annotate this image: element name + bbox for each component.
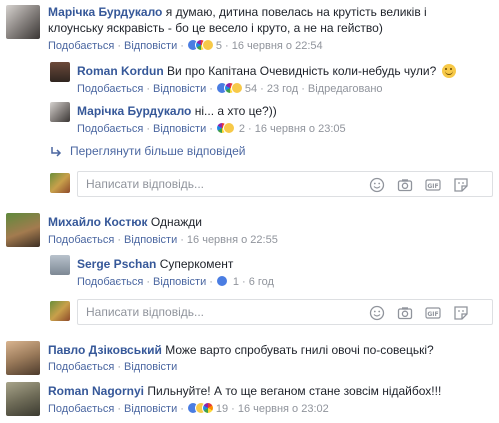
- reply-button[interactable]: Відповісти: [124, 234, 177, 246]
- reply-button[interactable]: Відповісти: [153, 83, 206, 95]
- comment-text: Михайло Костюк Однажди: [48, 214, 202, 230]
- reply-placeholder: Написати відповідь...: [86, 177, 204, 191]
- timestamp[interactable]: 16 червня о 23:05: [255, 123, 346, 135]
- timestamp[interactable]: 16 червня о 23:02: [238, 403, 329, 415]
- like-button[interactable]: Подобається: [48, 40, 114, 52]
- reactions-icon[interactable]: [186, 39, 214, 51]
- comment-author[interactable]: Павло Дзіковський: [48, 343, 162, 357]
- edited-label[interactable]: Відредаговано: [308, 83, 383, 95]
- emoji-icon[interactable]: [369, 177, 385, 193]
- svg-text:GIF: GIF: [427, 311, 438, 318]
- reply-body: Ви про Капітана Очевидність коли-небудь …: [167, 64, 437, 78]
- comment-meta: Подобається · Відповісти · 16 червня о 22:55: [48, 234, 278, 246]
- reply-author[interactable]: Марічка Бурдукало: [77, 104, 191, 118]
- reaction-count[interactable]: 19: [216, 403, 228, 415]
- timestamp[interactable]: 16 червня о 22:55: [187, 234, 278, 246]
- like-button[interactable]: Подобається: [48, 234, 114, 246]
- reaction-count[interactable]: 5: [216, 40, 222, 52]
- timestamp[interactable]: 23 год: [267, 83, 298, 95]
- reply-text: Roman Kordun Ви про Капітана Очевидність…: [77, 63, 456, 79]
- sticker-icon[interactable]: [453, 305, 469, 321]
- reaction-count[interactable]: 54: [245, 83, 257, 95]
- comment-text-continued: клоунську яскравість - бо це весело і кр…: [48, 21, 383, 35]
- reactions-icon[interactable]: [215, 82, 243, 94]
- like-reaction-icon[interactable]: [215, 275, 230, 287]
- comment-author[interactable]: Roman Nagornyi: [48, 384, 144, 398]
- reply-author[interactable]: Roman Kordun: [77, 64, 164, 78]
- reply-text: Марічка Бурдукало ні... а хто це?)): [77, 103, 277, 119]
- like-button[interactable]: Подобається: [77, 276, 143, 288]
- reply-placeholder: Написати відповідь...: [86, 305, 204, 319]
- comment-meta: Подобається · Відповісти: [48, 361, 178, 373]
- camera-icon[interactable]: [397, 177, 413, 193]
- sticker-icon[interactable]: [453, 177, 469, 193]
- timestamp[interactable]: 16 червня о 22:54: [232, 40, 323, 52]
- reply-button[interactable]: Відповісти: [153, 276, 206, 288]
- reply-meta: Подобається · Відповісти · 1 · 6 год: [77, 275, 274, 288]
- comment-meta: Подобається · Відповісти · 5 · 16 червня о 22:…: [48, 39, 323, 52]
- comment-meta: Подобається · Відповісти · 19 · 16 червня о 23…: [48, 402, 329, 415]
- emoji-icon[interactable]: [369, 305, 385, 321]
- reaction-count[interactable]: 1: [233, 276, 239, 288]
- comment-author[interactable]: Марічка Бурдукало: [48, 5, 162, 19]
- smile-emoji-icon: [441, 64, 456, 78]
- svg-text:GIF: GIF: [427, 183, 438, 190]
- comment-text: Марічка Бурдукало я думаю, дитина повела…: [48, 4, 427, 20]
- reply-button[interactable]: Відповісти: [124, 361, 177, 373]
- reply-body: ні... а хто це?)): [194, 104, 277, 118]
- reply-meta: Подобається · Відповісти · 54 · 23 год · Відреда…: [77, 82, 383, 95]
- reply-button[interactable]: Відповісти: [124, 403, 177, 415]
- comment-author[interactable]: Михайло Костюк: [48, 215, 148, 229]
- like-button[interactable]: Подобається: [48, 361, 114, 373]
- reply-meta: Подобається · Відповісти · 2 · 16 червня о 23:…: [77, 122, 346, 135]
- avatar: [50, 301, 70, 321]
- like-button[interactable]: Подобається: [77, 83, 143, 95]
- reply-button[interactable]: Відповісти: [124, 40, 177, 52]
- reply-input[interactable]: Написати відповідь... GIF: [77, 171, 493, 197]
- comment-text: Roman Nagornyi Пильнуйте! А то ще вегано…: [48, 383, 441, 399]
- avatar[interactable]: [6, 382, 40, 416]
- reply-button[interactable]: Відповісти: [153, 123, 206, 135]
- comment-body: Пильнуйте! А то ще веганом стане зовсім …: [147, 384, 442, 398]
- comment-body: Може варто спробувать гнилі овочі по-сов…: [165, 343, 434, 357]
- gif-icon[interactable]: GIF: [425, 305, 441, 321]
- comment-body: я думаю, дитина повелась на крутість вел…: [165, 5, 427, 19]
- reactions-icon[interactable]: [215, 122, 236, 134]
- timestamp[interactable]: 6 год: [249, 276, 274, 288]
- like-button[interactable]: Подобається: [48, 403, 114, 415]
- avatar[interactable]: [6, 341, 40, 375]
- avatar[interactable]: [50, 62, 70, 82]
- avatar[interactable]: [6, 5, 40, 39]
- like-button[interactable]: Подобається: [77, 123, 143, 135]
- reaction-count[interactable]: 2: [239, 123, 245, 135]
- camera-icon[interactable]: [397, 305, 413, 321]
- avatar[interactable]: [50, 255, 70, 275]
- reactions-icon[interactable]: [186, 402, 214, 414]
- avatar[interactable]: [50, 102, 70, 122]
- avatar[interactable]: [6, 213, 40, 247]
- comment-text: Павло Дзіковський Може варто спробувать …: [48, 342, 434, 358]
- comment-body: Однажди: [150, 215, 202, 229]
- reply-text: Serge Pschan Суперкомент: [77, 256, 233, 272]
- reply-body: Суперкомент: [159, 257, 234, 271]
- gif-icon[interactable]: GIF: [425, 177, 441, 193]
- view-more-replies-link[interactable]: Переглянути більше відповідей: [70, 144, 245, 158]
- reply-arrow-icon: [50, 146, 62, 158]
- avatar: [50, 173, 70, 193]
- reply-author[interactable]: Serge Pschan: [77, 257, 156, 271]
- reply-input[interactable]: Написати відповідь... GIF: [77, 299, 493, 325]
